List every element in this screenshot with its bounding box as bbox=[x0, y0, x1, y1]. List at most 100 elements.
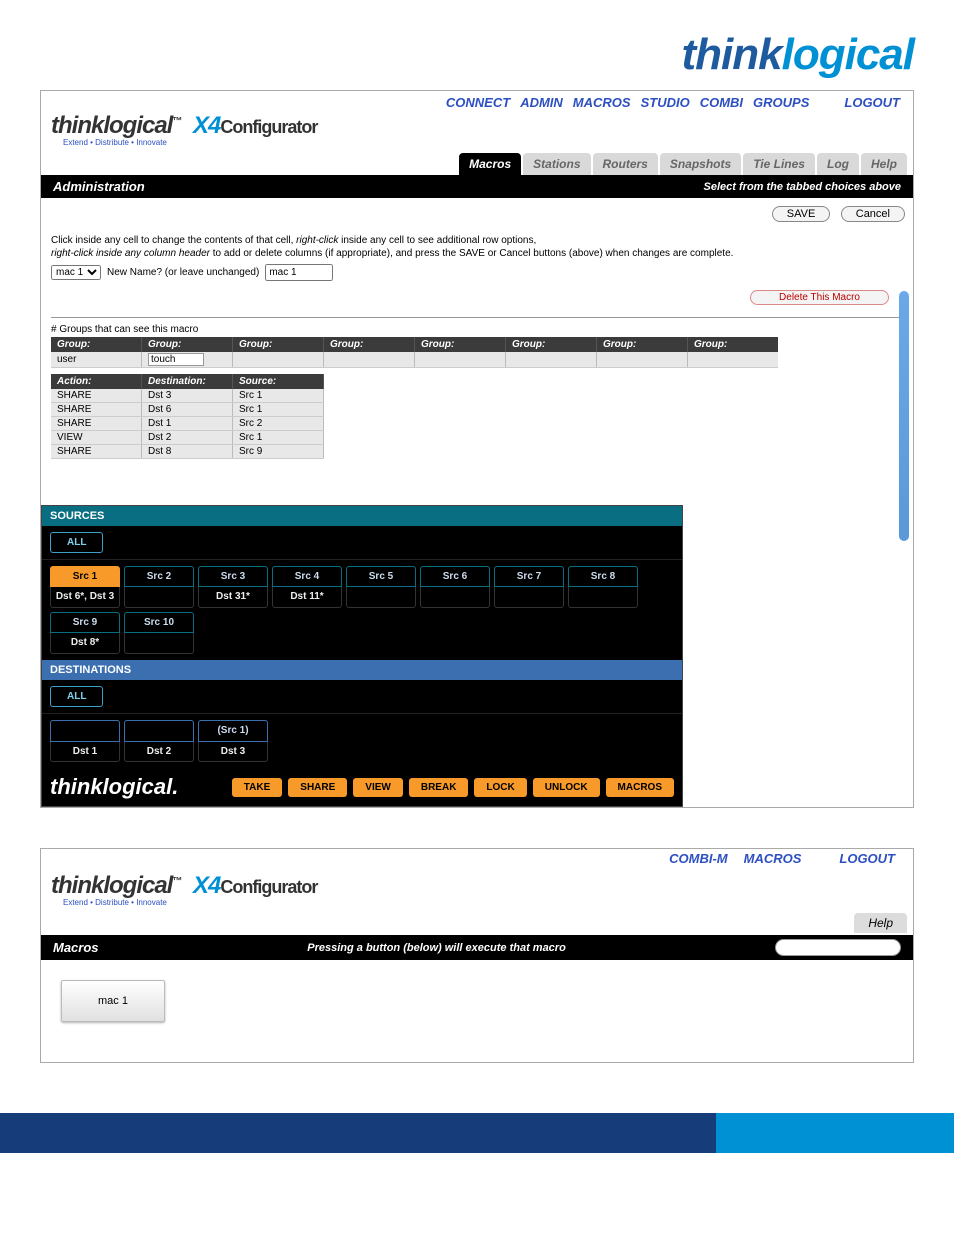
source-src7[interactable]: Src 7 bbox=[494, 566, 564, 587]
source-sub[interactable] bbox=[346, 587, 416, 608]
action-cell[interactable]: Dst 8 bbox=[142, 445, 233, 459]
source-src9[interactable]: Src 9 bbox=[50, 612, 120, 633]
share-button[interactable]: SHARE bbox=[288, 778, 347, 797]
tab-stations[interactable]: Stations bbox=[523, 153, 590, 175]
group-header[interactable]: Group: bbox=[142, 337, 233, 352]
source-src1[interactable]: Src 1 bbox=[50, 566, 120, 587]
macros-button[interactable]: MACROS bbox=[606, 778, 674, 797]
group-header[interactable]: Group: bbox=[506, 337, 597, 352]
scrollbar[interactable] bbox=[899, 291, 909, 541]
group-cell[interactable] bbox=[233, 352, 324, 368]
tab-macros[interactable]: Macros bbox=[459, 153, 521, 175]
group-cell[interactable] bbox=[688, 352, 779, 368]
action-cell[interactable]: Src 1 bbox=[233, 403, 324, 417]
action-cell[interactable]: Src 1 bbox=[233, 431, 324, 445]
group-cell[interactable] bbox=[506, 352, 597, 368]
action-cell[interactable]: Src 2 bbox=[233, 417, 324, 431]
dest-dst2[interactable]: Dst 2 bbox=[124, 742, 194, 762]
source-src3[interactable]: Src 3 bbox=[198, 566, 268, 587]
source-src8[interactable]: Src 8 bbox=[568, 566, 638, 587]
macro-button-mac1[interactable]: mac 1 bbox=[61, 980, 165, 1022]
source-src4[interactable]: Src 4 bbox=[272, 566, 342, 587]
action-header[interactable]: Destination: bbox=[142, 374, 233, 389]
nav-connect[interactable]: CONNECT bbox=[446, 95, 510, 110]
group-cell[interactable] bbox=[597, 352, 688, 368]
nav3-macros[interactable]: MACROS bbox=[744, 851, 802, 866]
action-cell[interactable]: Src 1 bbox=[233, 389, 324, 403]
source-sub[interactable] bbox=[124, 587, 194, 608]
logout-link[interactable]: LOGOUT bbox=[844, 95, 900, 110]
source-src10[interactable]: Src 10 bbox=[124, 612, 194, 633]
source-src6[interactable]: Src 6 bbox=[420, 566, 490, 587]
matrix-brand: thinklogical. bbox=[50, 774, 178, 800]
action-cell[interactable]: SHARE bbox=[51, 403, 142, 417]
help-tab[interactable]: Help bbox=[854, 913, 907, 933]
delete-macro-button[interactable]: Delete This Macro bbox=[750, 290, 889, 305]
group-cell[interactable] bbox=[324, 352, 415, 368]
action-cell[interactable]: Src 9 bbox=[233, 445, 324, 459]
dest-dst1[interactable]: Dst 1 bbox=[50, 742, 120, 762]
tab-tie-lines[interactable]: Tie Lines bbox=[743, 153, 815, 175]
dest-dst3[interactable]: Dst 3 bbox=[198, 742, 268, 762]
group-header[interactable]: Group: bbox=[597, 337, 688, 352]
source-sub[interactable] bbox=[568, 587, 638, 608]
unlock-button[interactable]: UNLOCK bbox=[533, 778, 600, 797]
cancel-button[interactable]: Cancel bbox=[841, 206, 905, 222]
source-src2[interactable]: Src 2 bbox=[124, 566, 194, 587]
action-cell[interactable]: Dst 6 bbox=[142, 403, 233, 417]
action-cell[interactable]: Dst 3 bbox=[142, 389, 233, 403]
group-header[interactable]: Group: bbox=[51, 337, 142, 352]
source-sub[interactable] bbox=[124, 633, 194, 654]
action-header[interactable]: Action: bbox=[51, 374, 142, 389]
source-sub[interactable]: Dst 6*, Dst 3 bbox=[50, 587, 120, 608]
macro-from-history-button[interactable]: Macro from History bbox=[775, 939, 901, 956]
save-button[interactable]: SAVE bbox=[772, 206, 831, 222]
group-header[interactable]: Group: bbox=[324, 337, 415, 352]
new-name-input[interactable] bbox=[265, 264, 333, 281]
tab-help[interactable]: Help bbox=[861, 153, 907, 175]
action-cell[interactable]: VIEW bbox=[51, 431, 142, 445]
action-cell[interactable]: Dst 2 bbox=[142, 431, 233, 445]
source-sub[interactable]: Dst 31* bbox=[198, 587, 268, 608]
nav-macros[interactable]: MACROS bbox=[573, 95, 631, 110]
source-sub[interactable]: Dst 8* bbox=[50, 633, 120, 654]
take-button[interactable]: TAKE bbox=[232, 778, 282, 797]
nav-combi[interactable]: COMBI bbox=[700, 95, 743, 110]
source-sub[interactable] bbox=[420, 587, 490, 608]
group-cell[interactable]: user bbox=[51, 352, 142, 368]
group-header[interactable]: Group: bbox=[688, 337, 779, 352]
tab-log[interactable]: Log bbox=[817, 153, 859, 175]
dest-top[interactable]: (Src 1) bbox=[198, 720, 268, 742]
action-header[interactable]: Source: bbox=[233, 374, 324, 389]
action-cell[interactable]: SHARE bbox=[51, 389, 142, 403]
actions-table[interactable]: Action:Destination:Source: SHAREDst 3Src… bbox=[51, 374, 324, 459]
tab-snapshots[interactable]: Snapshots bbox=[660, 153, 741, 175]
source-src5[interactable]: Src 5 bbox=[346, 566, 416, 587]
action-cell[interactable]: Dst 1 bbox=[142, 417, 233, 431]
nav-studio[interactable]: STUDIO bbox=[641, 95, 690, 110]
dest-top[interactable] bbox=[50, 720, 120, 742]
source-sub[interactable] bbox=[494, 587, 564, 608]
group-header[interactable]: Group: bbox=[233, 337, 324, 352]
new-name-label: New Name? (or leave unchanged) bbox=[107, 267, 259, 278]
macro-select[interactable]: mac 1 bbox=[51, 265, 101, 280]
source-sub[interactable]: Dst 11* bbox=[272, 587, 342, 608]
logout-link-3[interactable]: LOGOUT bbox=[839, 851, 895, 866]
group-cell[interactable] bbox=[142, 352, 233, 368]
view-button[interactable]: VIEW bbox=[353, 778, 403, 797]
dest-top[interactable] bbox=[124, 720, 194, 742]
nav-admin[interactable]: ADMIN bbox=[520, 95, 563, 110]
action-cell[interactable]: SHARE bbox=[51, 445, 142, 459]
groups-table[interactable]: Group:Group:Group:Group:Group:Group:Grou… bbox=[51, 337, 778, 368]
group-cell[interactable] bbox=[415, 352, 506, 368]
lock-button[interactable]: LOCK bbox=[474, 778, 526, 797]
group-header[interactable]: Group: bbox=[415, 337, 506, 352]
sources-all-button[interactable]: ALL bbox=[50, 532, 103, 553]
nav3-combi-m[interactable]: COMBI-M bbox=[669, 851, 728, 866]
dest-all-button[interactable]: ALL bbox=[50, 686, 103, 707]
group-input[interactable] bbox=[148, 353, 204, 366]
break-button[interactable]: BREAK bbox=[409, 778, 469, 797]
action-cell[interactable]: SHARE bbox=[51, 417, 142, 431]
nav-groups[interactable]: GROUPS bbox=[753, 95, 809, 110]
tab-routers[interactable]: Routers bbox=[593, 153, 658, 175]
